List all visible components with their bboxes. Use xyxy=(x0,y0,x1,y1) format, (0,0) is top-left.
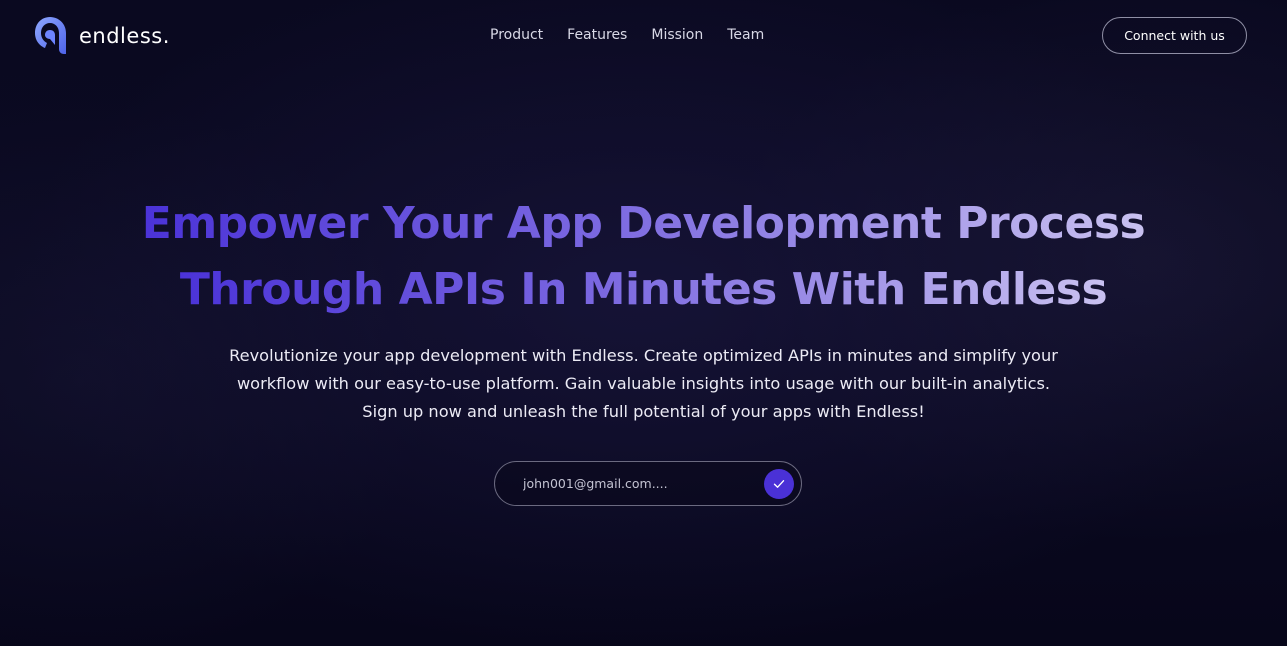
brand-name: endless. xyxy=(79,24,170,48)
hero-title-line-2: Through APIs In Minutes With Endless xyxy=(0,262,1287,318)
connect-with-us-button[interactable]: Connect with us xyxy=(1102,17,1247,54)
email-input[interactable] xyxy=(523,476,764,491)
submit-email-button[interactable] xyxy=(764,468,794,499)
nav-item-product[interactable]: Product xyxy=(490,27,543,43)
nav-item-mission[interactable]: Mission xyxy=(651,27,703,43)
hero-title-line-1: Empower Your App Development Process xyxy=(0,196,1287,252)
hero-title-line-1-text: Empower Your App Development Process xyxy=(141,198,1146,249)
brand-logo[interactable]: endless. xyxy=(33,15,170,55)
endless-logo-icon xyxy=(35,17,66,54)
main-nav: Product Features Mission Team xyxy=(490,25,764,45)
hero-title-line-2-text: Through APIs In Minutes With Endless xyxy=(179,264,1108,315)
check-icon xyxy=(773,479,785,488)
nav-item-team[interactable]: Team xyxy=(727,27,764,43)
nav-item-features[interactable]: Features xyxy=(567,27,627,43)
hero-description: Revolutionize your app development with … xyxy=(229,346,1058,421)
email-signup-form xyxy=(494,461,802,506)
